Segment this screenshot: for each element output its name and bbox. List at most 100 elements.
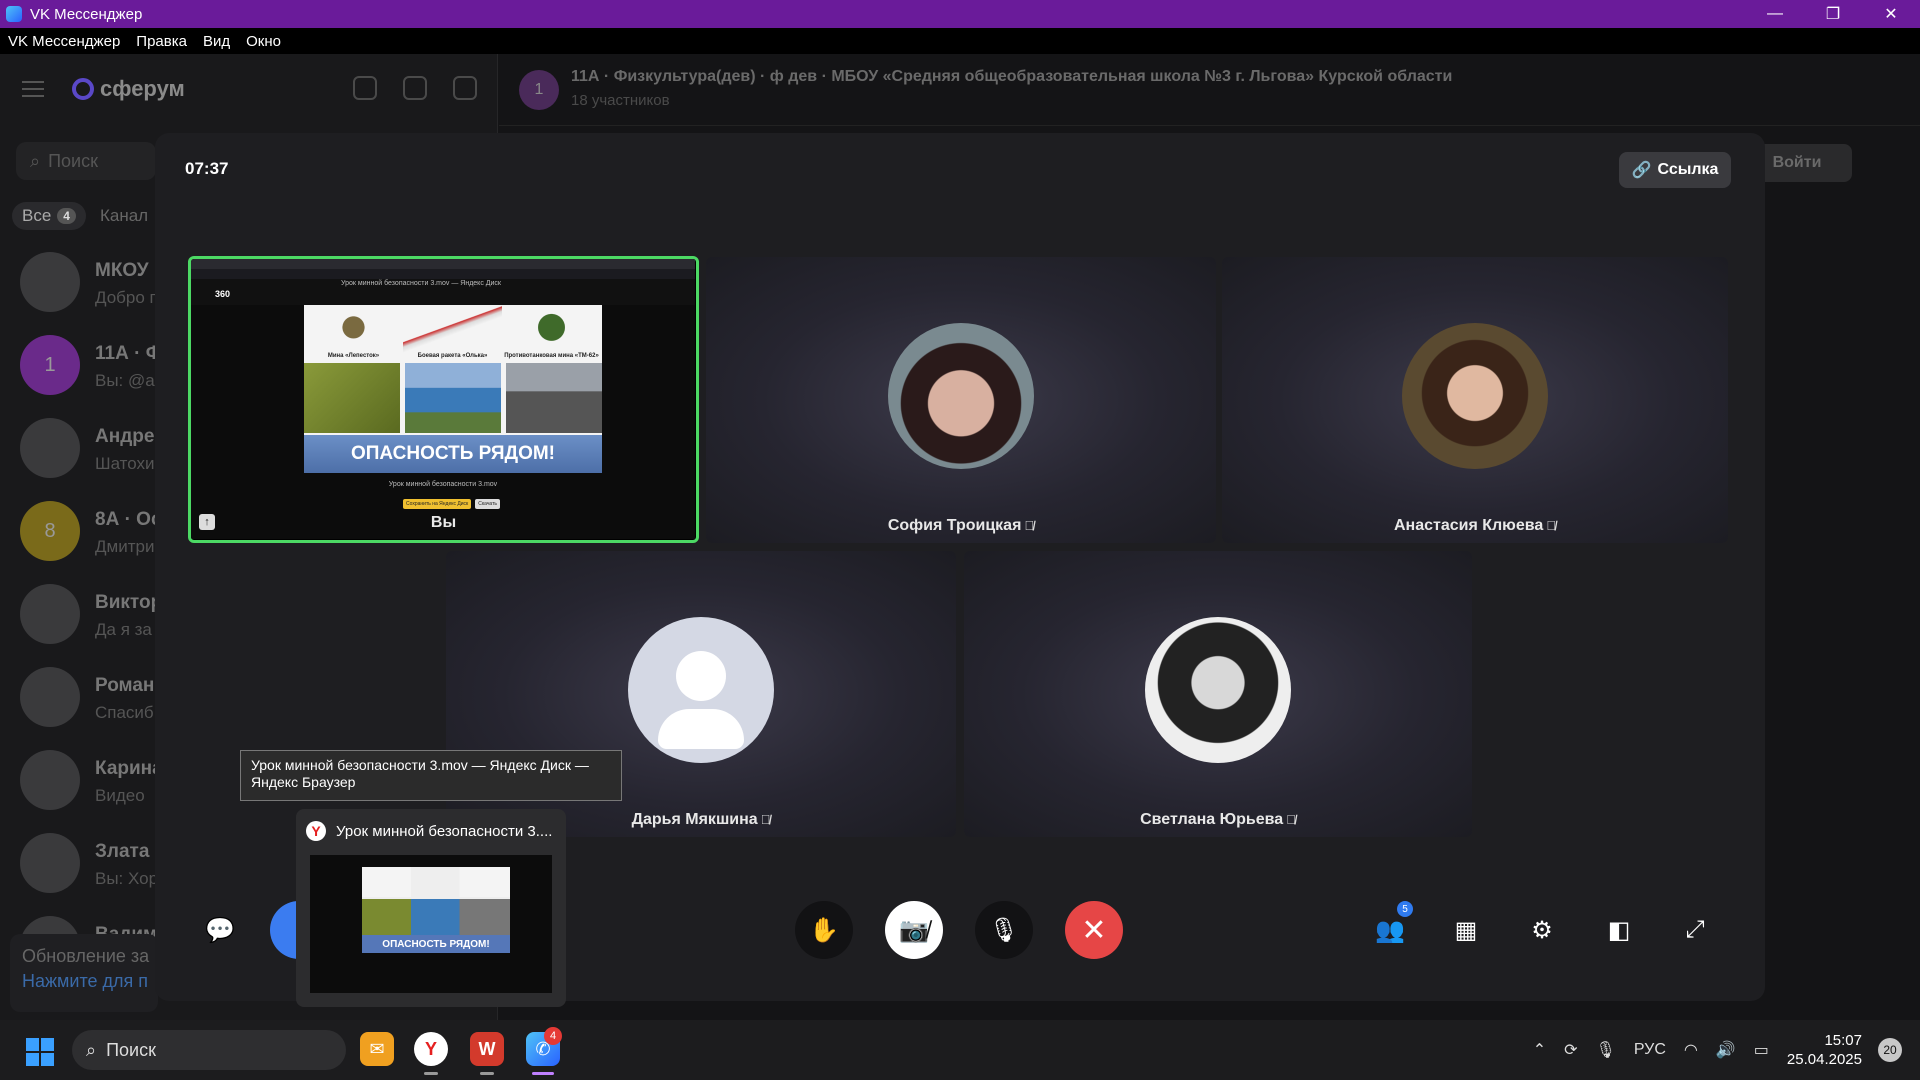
menu-window[interactable]: Окно [246, 33, 281, 50]
mail-app-icon[interactable]: ✉ [360, 1032, 394, 1066]
chat-name: Виктор [95, 592, 163, 613]
search-placeholder: Поиск [48, 150, 98, 171]
notifications-badge[interactable]: 20 [1878, 1038, 1902, 1062]
chat-name: Карина [95, 758, 163, 779]
chat-name: 8А · Ос [95, 509, 162, 530]
menu-bar: VK Мессенджер Правка Вид Окно [0, 28, 1920, 54]
volume-icon[interactable]: 🔊 [1716, 1040, 1736, 1060]
microphone-button[interactable]: 🎙 [975, 901, 1033, 959]
chat-avatar [20, 667, 80, 727]
participants-button[interactable]: 👥 5 [1361, 901, 1419, 959]
participant-tile-self[interactable]: Урок минной безопасности 3.mov — Яндекс … [188, 256, 699, 543]
chat-icon[interactable]: 💬 [195, 901, 245, 959]
chat-avatar [20, 252, 80, 312]
office-app-icon[interactable]: W [470, 1032, 504, 1066]
language-indicator[interactable]: РУС [1634, 1041, 1666, 1059]
search-input[interactable]: ⌕ Поиск [16, 142, 156, 180]
messenger-running-indicator [532, 1072, 554, 1075]
chat-header: 1 11А · Физкультура(дев) · ф дев · МБОУ … [499, 54, 1920, 126]
minimize-call-button[interactable]: ◧ [1590, 901, 1648, 959]
sferum-logo: сферум [100, 76, 185, 101]
filter-all[interactable]: Все 4 [12, 202, 86, 230]
ss-disk-logo: 360 [215, 289, 231, 299]
thumbnail-slide: ОПАСНОСТЬ РЯДОМ! [362, 867, 510, 953]
menu-edit[interactable]: Правка [136, 33, 187, 50]
mic-off-icon: 🎙̸ [1024, 518, 1035, 533]
clock[interactable]: 15:07 25.04.2025 [1787, 1031, 1862, 1069]
menu-view[interactable]: Вид [203, 33, 230, 50]
ss-photo-3 [506, 363, 602, 433]
chat-preview: Видео [95, 786, 145, 805]
camera-off-button[interactable]: 📷̸ [885, 901, 943, 959]
taskbar-search-label: Поиск [106, 1039, 156, 1060]
minimize-button[interactable]: — [1746, 0, 1804, 28]
search-icon: ⌕ [86, 1039, 97, 1060]
wifi-icon[interactable]: ◠ [1684, 1040, 1698, 1060]
participant-name: София Троицкая [887, 517, 1022, 534]
windows-start-icon[interactable] [26, 1038, 54, 1066]
copy-link-label: Ссылка [1657, 161, 1719, 178]
ss-slide: Мина «Лепесток» Боевая ракета «Олька» Пр… [304, 305, 602, 473]
participant-avatar [1402, 323, 1548, 469]
compose-icon[interactable] [453, 76, 477, 100]
participant-name-row: Анастасия Клюева 🎙̸ [1222, 517, 1728, 535]
tray-chevron-icon[interactable]: ⌃ [1533, 1040, 1546, 1060]
participant-name: Дарья Мякшина [631, 811, 758, 828]
menu-burger-icon[interactable] [22, 81, 44, 97]
update-link[interactable]: Нажмите для п [22, 971, 148, 992]
chat-avatar: 1 [519, 70, 559, 110]
ss-item-1: Мина «Лепесток» [304, 305, 403, 361]
sferum-logo-icon [72, 78, 94, 100]
chat-preview: Добро п [95, 288, 159, 307]
thumbnail-preview: ОПАСНОСТЬ РЯДОМ! [310, 855, 552, 993]
participant-name: Вы [430, 514, 457, 531]
participant-tile-anastasia[interactable]: Анастасия Клюева 🎙̸ [1222, 257, 1728, 543]
participant-tile-svetlana[interactable]: Светлана Юрьева 🎙̸ [964, 551, 1472, 837]
chat-name: МКОУ [95, 260, 149, 281]
yandex-browser-icon: Y [306, 821, 326, 841]
chat-avatar [20, 584, 80, 644]
ss-save-button: Сохранить на Яндекс Диск [403, 499, 472, 509]
thumbnail-banner: ОПАСНОСТЬ РЯДОМ! [362, 935, 510, 953]
participant-name: Анастасия Клюева [1393, 517, 1544, 534]
filter-channels[interactable]: Канал [100, 206, 148, 226]
chat-name: Роман [95, 675, 155, 696]
menu-app[interactable]: VK Мессенджер [8, 33, 120, 50]
close-window-button[interactable]: ✕ [1862, 0, 1920, 28]
add-call-icon[interactable] [353, 76, 377, 100]
chat-preview: Спасиб [95, 703, 154, 722]
system-tray: ⌃ ⟳ 🎙 РУС ◠ 🔊 ▭ 15:07 25.04.2025 20 [1533, 1020, 1920, 1080]
chat-avatar: 8 [20, 501, 80, 561]
clock-time: 15:07 [1824, 1032, 1862, 1049]
participant-name-row: Светлана Юрьева 🎙̸ [964, 811, 1472, 829]
settings-button[interactable]: ⚙ [1513, 901, 1571, 959]
yandex-browser-taskbar-icon[interactable]: Y [414, 1032, 448, 1066]
fullscreen-button[interactable]: ⤢ [1666, 901, 1724, 959]
filter-all-label: Все [22, 206, 52, 225]
raise-hand-button[interactable]: ✋ [795, 901, 853, 959]
end-call-button[interactable]: ✕ [1065, 901, 1123, 959]
maximize-button[interactable]: ❐ [1804, 0, 1862, 28]
chat-name: Злата I [95, 841, 160, 862]
sync-icon[interactable]: ⟳ [1564, 1040, 1577, 1060]
update-title: Обновление за [22, 946, 150, 966]
ss-download-button: Скачать [475, 499, 500, 509]
participant-tile-sofia[interactable]: София Троицкая 🎙̸ [706, 257, 1216, 543]
browser-url-bar [191, 269, 695, 279]
update-banner[interactable]: Обновление за Нажмите для п [10, 934, 158, 1012]
window-titlebar: VK Мессенджер — ❐ ✕ [0, 0, 1920, 28]
screen-share-preview: Урок минной безопасности 3.mov — Яндекс … [191, 259, 695, 539]
taskbar-window-thumbnail[interactable]: Y Урок минной безопасности 3.... ОПАСНОС… [296, 809, 566, 1007]
ss-photo-1 [304, 363, 400, 433]
copy-link-button[interactable]: 🔗 Ссылка [1619, 152, 1731, 188]
archive-icon[interactable] [403, 76, 427, 100]
layout-button[interactable]: ▦ [1437, 901, 1495, 959]
taskbar-search[interactable]: ⌕ Поиск [72, 1030, 346, 1070]
search-icon: ⌕ [30, 150, 41, 171]
battery-icon[interactable]: ▭ [1754, 1040, 1769, 1060]
chat-preview: Дмитри [95, 537, 155, 556]
mic-tray-icon[interactable]: 🎙 [1596, 1040, 1616, 1060]
mic-off-icon: 🎙̸ [760, 812, 771, 827]
office-running-indicator [480, 1072, 494, 1075]
chat-avatar [20, 833, 80, 893]
